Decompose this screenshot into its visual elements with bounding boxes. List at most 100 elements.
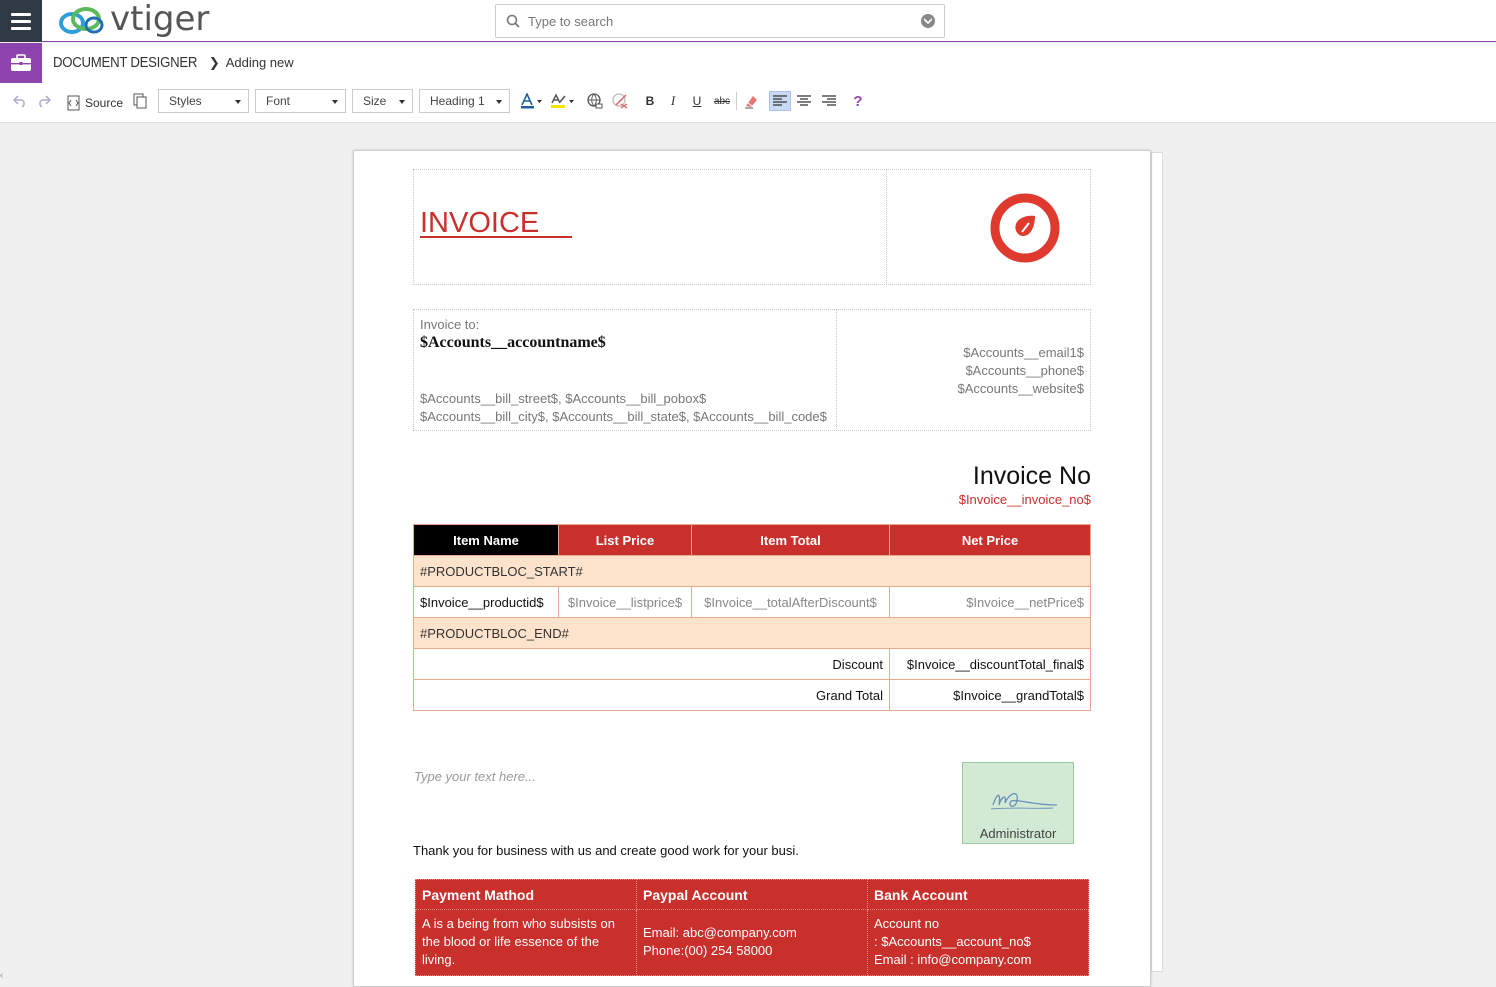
help-button[interactable]: ? <box>850 93 866 110</box>
chevron-down-icon <box>399 100 405 104</box>
text-placeholder[interactable]: Type your text here... <box>414 769 536 784</box>
source-button[interactable]: Source <box>66 92 123 114</box>
search-input[interactable]: Type to search <box>528 14 613 29</box>
table-row: Discount $Invoice__discountTotal_final$ <box>413 648 1091 680</box>
col-payment-method[interactable]: Payment Mathod <box>415 879 637 910</box>
align-left-icon[interactable] <box>769 91 791 111</box>
title-underline <box>492 236 572 238</box>
header-divider <box>886 169 887 285</box>
breadcrumb-module[interactable]: DOCUMENT DESIGNER <box>53 54 197 71</box>
col-item-total[interactable]: Item Total <box>691 524 890 556</box>
items-table[interactable]: Item Name List Price Item Total Net Pric… <box>413 524 1091 711</box>
cell-productid[interactable]: $Invoice__productid$ <box>413 586 559 618</box>
styles-dropdown[interactable]: Styles <box>158 89 249 113</box>
size-label: Size <box>363 94 387 108</box>
company-logo-icon[interactable] <box>989 192 1061 269</box>
signature-image-icon <box>990 793 1058 810</box>
account-phone[interactable]: $Accounts__phone$ <box>965 363 1084 378</box>
paypal-email: Email: abc@company.com <box>643 925 797 940</box>
background-color-icon[interactable] <box>550 93 576 109</box>
discount-value[interactable]: $Invoice__discountTotal_final$ <box>889 648 1091 680</box>
logo-text: vtiger <box>110 0 210 39</box>
search-dropdown-icon[interactable] <box>921 14 935 28</box>
productbloc-start[interactable]: #PRODUCTBLOC_START# <box>413 555 1091 587</box>
table-row: A is a being from who subsists on the bl… <box>415 909 1089 976</box>
redo-icon[interactable] <box>36 93 52 109</box>
text-color-icon[interactable] <box>520 93 544 109</box>
bill-address-line2[interactable]: $Accounts__bill_city$, $Accounts__bill_s… <box>420 409 827 424</box>
cloud-logo-icon <box>59 7 104 34</box>
strikethrough-button[interactable]: abc <box>711 93 733 109</box>
chevron-down-icon <box>496 100 502 104</box>
remove-format-icon[interactable] <box>743 93 759 109</box>
signature-box[interactable]: Administrator <box>962 762 1074 844</box>
paypal-account-cell[interactable]: Email: abc@company.com Phone:(00) 254 58… <box>636 909 868 976</box>
format-dropdown[interactable]: Heading 1 <box>419 89 510 113</box>
templates-icon[interactable] <box>132 93 148 109</box>
invoice-to-label: Invoice to: <box>420 317 480 332</box>
invoice-no-label[interactable]: Invoice No <box>890 462 1091 491</box>
table-row: $Invoice__productid$ $Invoice__listprice… <box>413 586 1091 618</box>
format-label: Heading 1 <box>430 94 485 108</box>
productbloc-end[interactable]: #PRODUCTBLOC_END# <box>413 617 1091 649</box>
contact-info: $Accounts__email1$ $Accounts__phone$ $Ac… <box>836 345 1084 405</box>
font-dropdown[interactable]: Font <box>255 89 346 113</box>
chevron-down-icon <box>332 100 338 104</box>
bank-account-label: Account no <box>874 916 940 931</box>
signature-name: Administrator <box>979 826 1057 841</box>
payment-header-row: Payment Mathod Paypal Account Bank Accou… <box>415 879 1089 910</box>
col-paypal-account[interactable]: Paypal Account <box>636 879 868 910</box>
col-bank-account[interactable]: Bank Account <box>867 879 1089 910</box>
payment-table[interactable]: Payment Mathod Paypal Account Bank Accou… <box>415 879 1089 976</box>
undo-icon[interactable] <box>12 93 28 109</box>
size-dropdown[interactable]: Size <box>352 89 413 113</box>
vtiger-logo[interactable]: vtiger <box>58 0 210 40</box>
unlink-icon[interactable] <box>612 93 628 109</box>
payment-method-text[interactable]: A is a being from who subsists on the bl… <box>415 909 637 976</box>
table-row: Grand Total $Invoice__grandTotal$ <box>413 679 1091 711</box>
global-search[interactable]: Type to search <box>495 4 945 38</box>
scroll-left-icon[interactable]: ‹ <box>0 970 12 987</box>
cell-total-after-discount[interactable]: $Invoice__totalAfterDiscount$ <box>691 586 890 618</box>
paypal-phone: Phone:(00) 254 58000 <box>643 943 773 958</box>
items-header-row: Item Name List Price Item Total Net Pric… <box>413 524 1091 556</box>
grand-total-value[interactable]: $Invoice__grandTotal$ <box>889 679 1091 711</box>
chevron-right-icon: ❯ <box>208 54 220 70</box>
table-row: #PRODUCTBLOC_END# <box>413 617 1091 649</box>
align-right-icon[interactable] <box>821 93 837 109</box>
bill-address-line1[interactable]: $Accounts__bill_street$, $Accounts__bill… <box>420 391 706 406</box>
breadcrumb: DOCUMENT DESIGNER ❯ Adding new <box>53 54 294 71</box>
grand-total-label[interactable]: Grand Total <box>413 679 890 711</box>
source-icon <box>67 95 80 111</box>
col-list-price[interactable]: List Price <box>558 524 692 556</box>
invoice-no-value[interactable]: $Invoice__invoice_no$ <box>890 492 1091 507</box>
cell-net-price[interactable]: $Invoice__netPrice$ <box>889 586 1091 618</box>
discount-label[interactable]: Discount <box>413 648 890 680</box>
underline-button[interactable]: U <box>689 93 705 109</box>
account-name[interactable]: $Accounts__accountname$ <box>420 334 606 352</box>
bank-account-no: : $Accounts__account_no$ <box>874 934 1031 949</box>
table-row: #PRODUCTBLOC_START# <box>413 555 1091 587</box>
thanks-text[interactable]: Thank you for business with us and creat… <box>413 843 799 858</box>
module-header: DOCUMENT DESIGNER ❯ Adding new <box>0 43 1496 83</box>
page-shadow <box>1151 152 1163 972</box>
align-center-icon[interactable] <box>796 93 812 109</box>
font-label: Font <box>266 94 291 108</box>
italic-button[interactable]: I <box>665 93 681 109</box>
col-net-price[interactable]: Net Price <box>889 524 1091 556</box>
bank-account-cell[interactable]: Account no : $Accounts__account_no$ Emai… <box>867 909 1089 976</box>
account-email[interactable]: $Accounts__email1$ <box>963 345 1084 360</box>
bank-email: Email : info@company.com <box>874 952 1032 967</box>
menu-icon[interactable] <box>0 0 42 42</box>
col-item-name[interactable]: Item Name <box>413 524 559 556</box>
top-bar: vtiger Type to search <box>0 0 1496 42</box>
cell-listprice[interactable]: $Invoice__listprice$ <box>558 586 692 618</box>
breadcrumb-current: Adding new <box>225 55 294 70</box>
link-icon[interactable] <box>587 93 603 109</box>
chevron-down-icon <box>235 100 241 104</box>
bold-button[interactable]: B <box>642 93 658 109</box>
search-icon <box>506 14 520 28</box>
account-website[interactable]: $Accounts__website$ <box>958 381 1084 396</box>
briefcase-icon[interactable] <box>0 43 42 83</box>
toolbar-divider <box>736 92 737 110</box>
